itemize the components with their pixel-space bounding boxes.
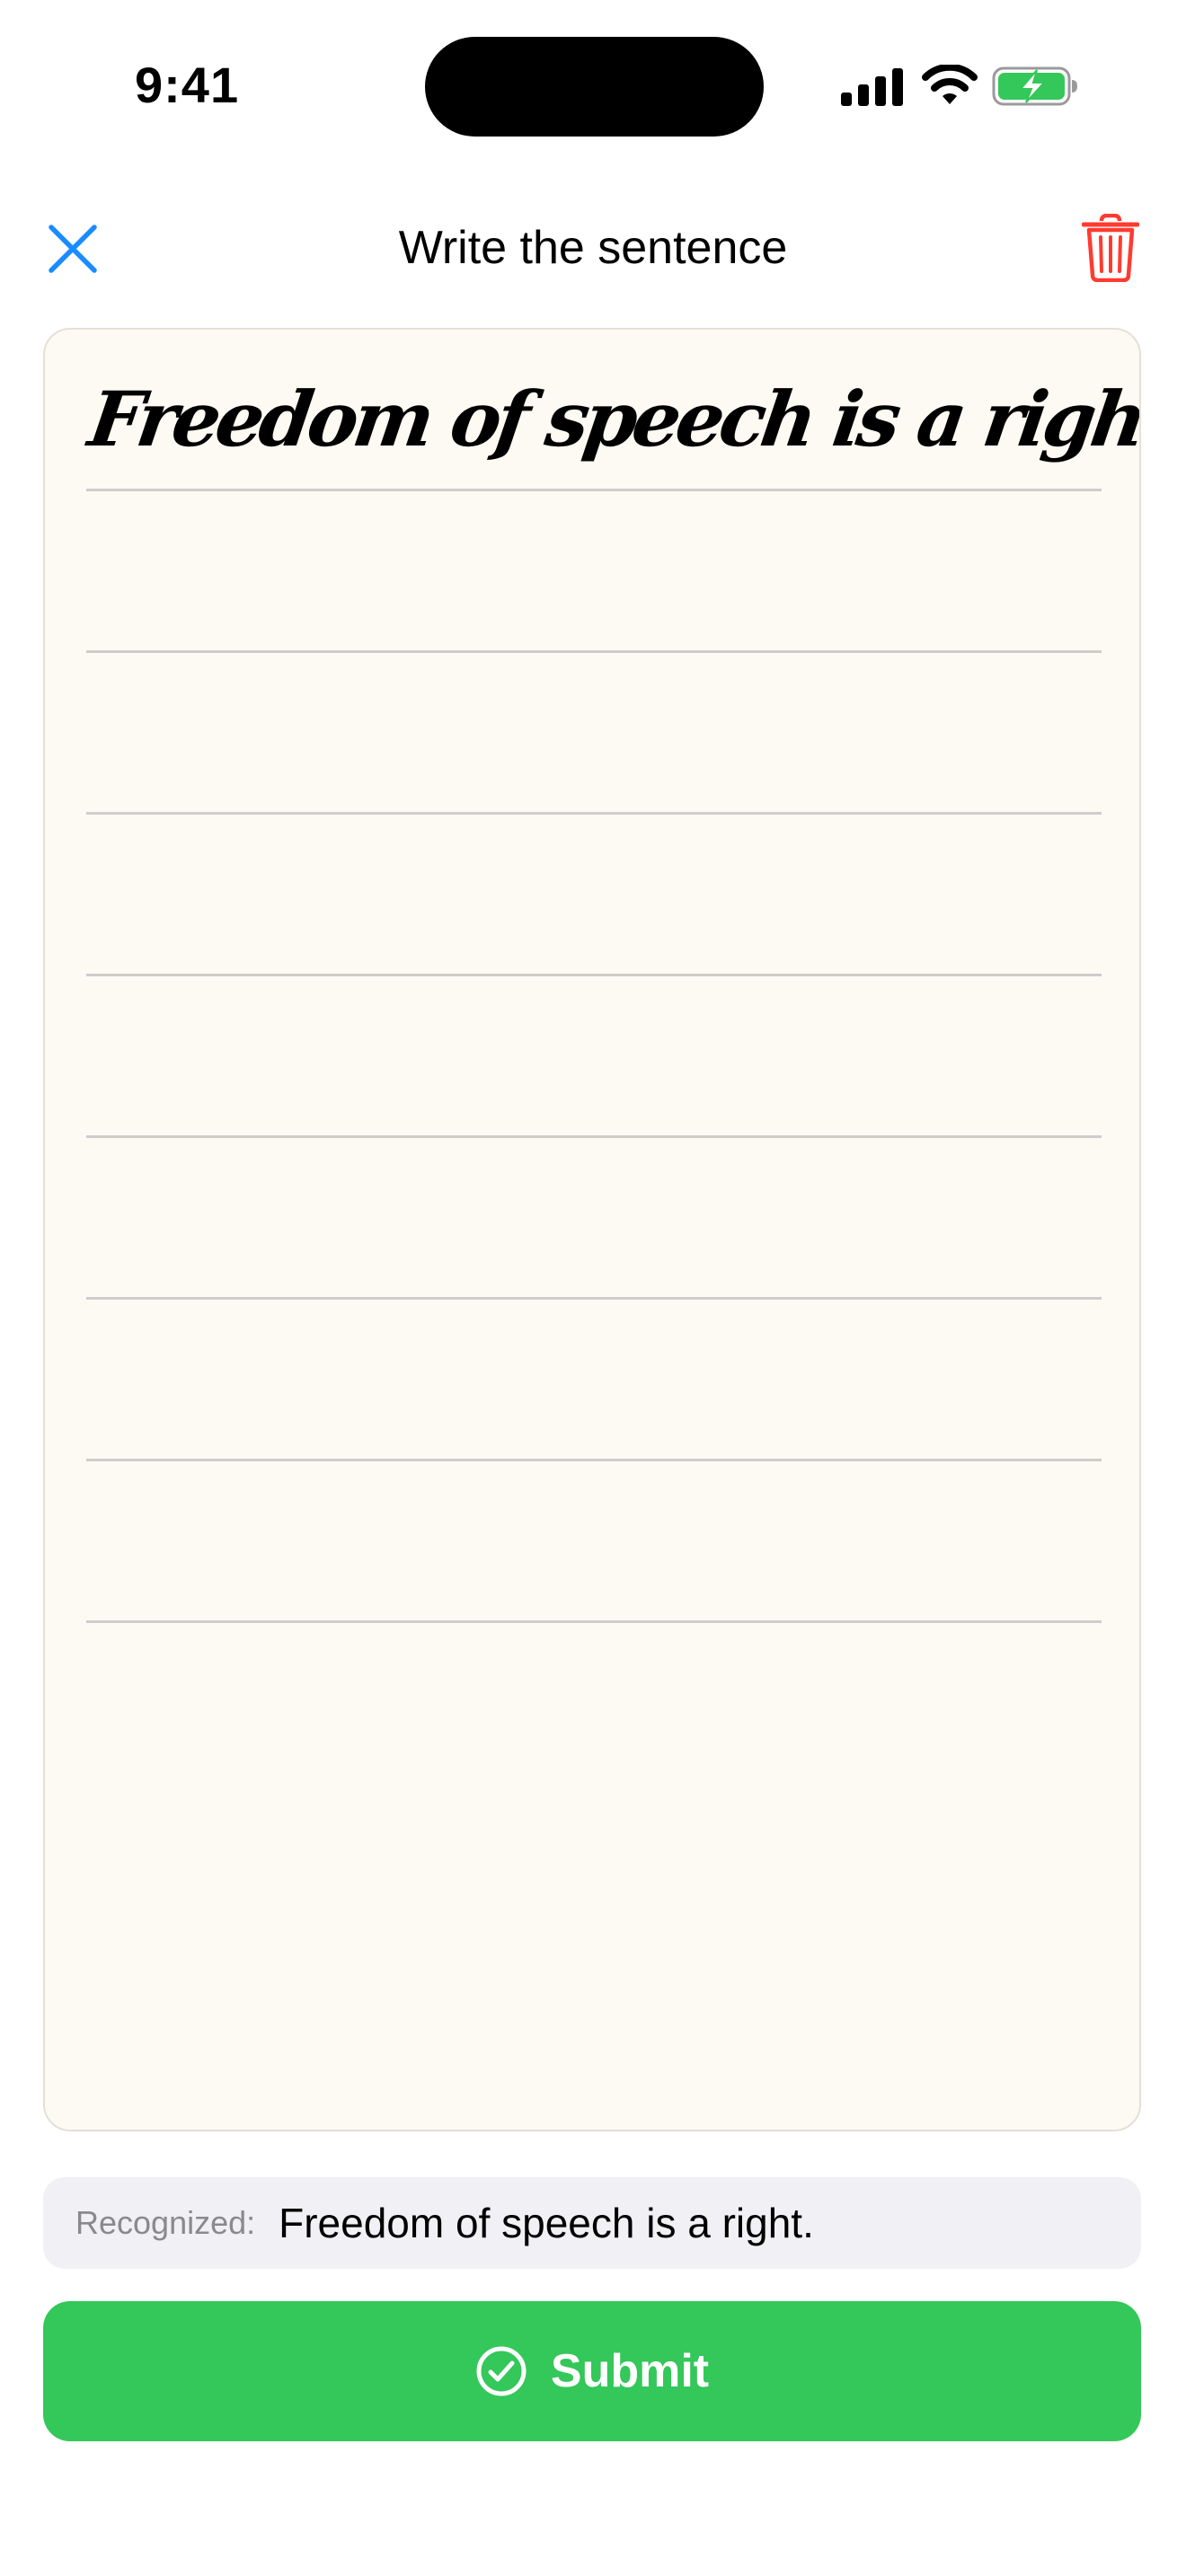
close-button[interactable]	[43, 219, 102, 278]
battery-charging-icon	[992, 66, 1077, 106]
close-icon	[49, 225, 97, 273]
ruled-line	[86, 1135, 1102, 1138]
recognized-label: Recognized:	[75, 2204, 256, 2241]
submit-button[interactable]: Submit	[43, 2301, 1141, 2441]
dynamic-island	[425, 37, 764, 137]
wifi-icon	[922, 65, 978, 104]
ruled-line	[86, 812, 1102, 815]
handwriting-canvas[interactable]: Freedom of speech is a right.	[43, 328, 1141, 2131]
recognized-text: Freedom of speech is a right.	[279, 2200, 814, 2246]
trash-icon	[1082, 214, 1139, 282]
cellular-signal-icon	[841, 68, 903, 106]
ruled-line	[86, 650, 1102, 653]
ruled-line	[86, 1297, 1102, 1300]
ruled-line	[86, 1459, 1102, 1461]
status-time: 9:41	[135, 57, 240, 113]
ruled-line	[86, 974, 1102, 976]
recognized-result: Recognized: Freedom of speech is a right…	[43, 2177, 1141, 2269]
ruled-line	[86, 489, 1102, 491]
submit-label: Submit	[550, 2345, 710, 2397]
checkmark-circle-icon	[475, 2345, 527, 2397]
delete-button[interactable]	[1075, 210, 1146, 286]
ruled-line	[86, 1620, 1102, 1623]
page-title: Write the sentence	[398, 222, 788, 274]
prompt-sentence: Freedom of speech is a right.	[84, 375, 1141, 463]
